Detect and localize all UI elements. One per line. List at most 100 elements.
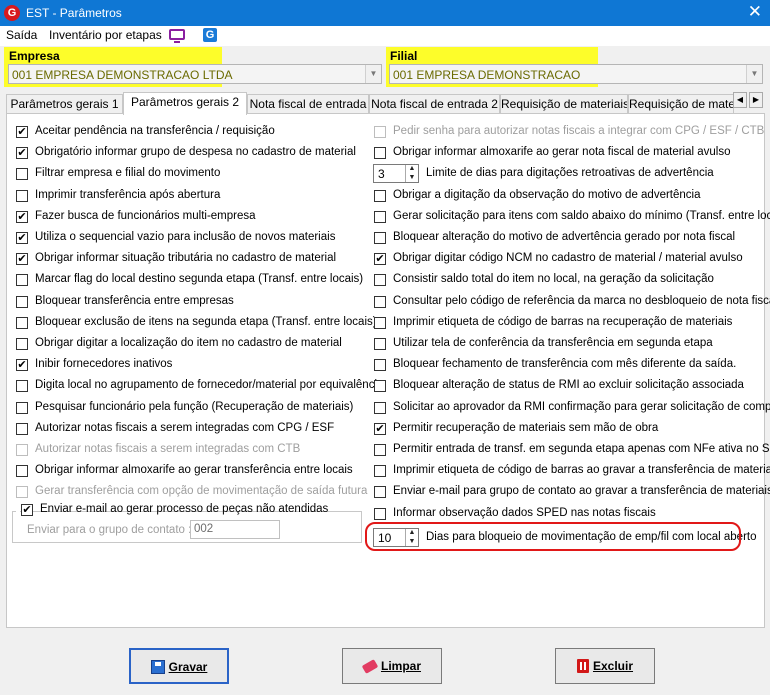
annotation-highlight bbox=[365, 522, 741, 551]
option-label: Permitir recuperação de materiais sem mã… bbox=[393, 421, 659, 434]
chevron-down-icon[interactable]: ▼ bbox=[746, 65, 762, 83]
menu-inventario[interactable]: Inventário por etapas bbox=[49, 28, 162, 42]
option-label: Solicitar ao aprovador da RMI confirmaçã… bbox=[393, 400, 770, 413]
checkbox[interactable] bbox=[374, 147, 386, 160]
checkbox[interactable] bbox=[374, 189, 386, 202]
checkbox[interactable] bbox=[16, 422, 28, 435]
g-logo-icon[interactable]: G bbox=[203, 28, 217, 42]
menu-saida[interactable]: Saída bbox=[6, 28, 37, 42]
option-label: Autorizar notas fiscais a serem integrad… bbox=[35, 443, 301, 455]
checkbox[interactable] bbox=[16, 274, 28, 287]
option-label: Imprimir etiqueta de código de barras na… bbox=[393, 315, 733, 328]
filial-value: 001 EMPRESA DEMONSTRACAO bbox=[393, 68, 581, 82]
contact-group-input[interactable]: 002 bbox=[190, 520, 280, 539]
option-label: Aceitar pendência na transferência / req… bbox=[35, 125, 275, 137]
tab-parametros-gerais-1[interactable]: Parâmetros gerais 1 bbox=[6, 94, 123, 114]
option-label: Bloquear exclusão de itens na segunda et… bbox=[35, 315, 377, 328]
option-label: Obrigar digitar a localização do item no… bbox=[35, 337, 342, 349]
option-label: Bloquear alteração de status de RMI ao e… bbox=[393, 379, 744, 392]
title-bar: G EST - Parâmetros ✕ bbox=[0, 0, 770, 26]
checkbox[interactable] bbox=[374, 232, 386, 244]
delete-button[interactable]: Excluir bbox=[555, 648, 655, 684]
spin-value: 3 bbox=[378, 167, 385, 182]
option-label: Consistir saldo total do item no local, … bbox=[393, 273, 714, 286]
tab-nota-fiscal-entrada[interactable]: Nota fiscal de entrada bbox=[247, 94, 369, 114]
email-group-toggle[interactable]: ✔ Enviar e-mail ao gerar processo de peç… bbox=[16, 502, 328, 518]
option-label: Pedir senha para autorizar notas fiscais… bbox=[393, 125, 765, 137]
monitor-icon[interactable] bbox=[169, 29, 185, 43]
checkbox[interactable] bbox=[16, 465, 28, 478]
empresa-combo[interactable]: 001 EMPRESA DEMONSTRACAO LTDA ▼ bbox=[8, 64, 382, 84]
tab-nota-fiscal-entrada-2[interactable]: Nota fiscal de entrada 2 bbox=[369, 94, 500, 114]
checkbox bbox=[16, 486, 28, 499]
checkbox[interactable] bbox=[16, 338, 28, 350]
contact-group-label: Enviar para o grupo de contato : bbox=[27, 524, 192, 536]
option-label: Utilizar tela de conferência da transfer… bbox=[393, 337, 713, 349]
tab-parametros-gerais-2[interactable]: Parâmetros gerais 2 bbox=[123, 92, 247, 115]
eraser-icon bbox=[361, 659, 379, 675]
checkbox[interactable]: ✔ bbox=[16, 210, 28, 223]
close-icon[interactable]: ✕ bbox=[748, 2, 762, 22]
checkbox[interactable] bbox=[16, 295, 28, 308]
option-label: Gerar solicitação para itens com saldo a… bbox=[393, 209, 770, 222]
option-label: Obrigar informar situação tributária no … bbox=[35, 252, 337, 265]
spin-buttons: ▲ ▼ bbox=[405, 165, 418, 183]
checkbox[interactable] bbox=[374, 295, 386, 308]
tab-requisicao-materiais-2[interactable]: Requisição de materi bbox=[628, 94, 734, 114]
email-group-label: Enviar e-mail ao gerar processo de peças… bbox=[40, 503, 329, 515]
option-label: Utiliza o sequencial vazio para inclusão… bbox=[35, 231, 336, 243]
tab-requisicao-materiais[interactable]: Requisição de materiais bbox=[500, 94, 628, 114]
clear-button[interactable]: Limpar bbox=[342, 648, 442, 684]
option-label: Obrigar a digitação da observação do mot… bbox=[393, 188, 701, 201]
checkbox[interactable] bbox=[374, 465, 386, 478]
checkbox[interactable]: ✔ bbox=[374, 422, 386, 435]
tab-scroll-right-icon[interactable]: ▶ bbox=[749, 92, 763, 108]
arrow-up-icon[interactable]: ▲ bbox=[406, 165, 418, 173]
filial-combo[interactable]: 001 EMPRESA DEMONSTRACAO ▼ bbox=[389, 64, 763, 84]
arrow-down-icon[interactable]: ▼ bbox=[406, 174, 418, 182]
option-label: Filtrar empresa e filial do movimento bbox=[35, 167, 221, 180]
checkbox[interactable] bbox=[374, 401, 386, 414]
checkbox[interactable] bbox=[16, 401, 28, 414]
empresa-label: Empresa bbox=[9, 49, 60, 63]
checkbox[interactable] bbox=[374, 316, 386, 329]
checkbox bbox=[374, 126, 386, 138]
checkbox[interactable] bbox=[16, 168, 28, 181]
checkbox[interactable] bbox=[16, 316, 28, 329]
checkbox[interactable]: ✔ bbox=[16, 147, 28, 160]
spin-input[interactable]: 3 ▲ ▼ bbox=[373, 164, 419, 184]
checkbox[interactable] bbox=[16, 189, 28, 202]
checkbox[interactable]: ✔ bbox=[16, 126, 28, 138]
filial-label: Filial bbox=[390, 49, 418, 63]
checkbox[interactable] bbox=[374, 380, 386, 393]
option-label: Autorizar notas fiscais a serem integrad… bbox=[35, 421, 335, 434]
option-label: Imprimir etiqueta de código de barras ao… bbox=[393, 464, 770, 477]
option-label: Informar observação dados SPED nas notas… bbox=[393, 506, 656, 519]
checkbox[interactable] bbox=[374, 359, 386, 372]
option-label: Permitir entrada de transf. em segunda e… bbox=[393, 443, 770, 455]
spin-label: Limite de dias para digitações retroativ… bbox=[426, 167, 714, 180]
checkbox bbox=[16, 444, 28, 456]
checkbox[interactable] bbox=[374, 210, 386, 223]
option-label: Obrigar informar almoxarife ao gerar tra… bbox=[35, 464, 353, 477]
checkbox[interactable] bbox=[374, 338, 386, 350]
empresa-value: 001 EMPRESA DEMONSTRACAO LTDA bbox=[12, 68, 233, 82]
checkbox[interactable] bbox=[374, 486, 386, 499]
save-button[interactable]: Gravar bbox=[129, 648, 229, 684]
checkbox[interactable]: ✔ bbox=[16, 232, 28, 244]
checkbox[interactable]: ✔ bbox=[16, 253, 28, 266]
checkbox[interactable] bbox=[16, 380, 28, 393]
checkbox[interactable]: ✔ bbox=[16, 359, 28, 372]
option-label: Enviar e-mail para grupo de contato ao g… bbox=[393, 485, 770, 498]
tab-scroll-left-icon[interactable]: ◀ bbox=[733, 92, 747, 108]
chevron-down-icon[interactable]: ▼ bbox=[365, 65, 381, 83]
checkbox[interactable]: ✔ bbox=[374, 253, 386, 266]
checkbox[interactable] bbox=[374, 444, 386, 456]
floppy-disk-icon bbox=[150, 659, 165, 674]
checkbox[interactable]: ✔ bbox=[21, 504, 33, 516]
option-label: Digita local no agrupamento de fornecedo… bbox=[35, 379, 384, 392]
option-label: Obrigatório informar grupo de despesa no… bbox=[35, 146, 356, 159]
checkbox[interactable] bbox=[374, 274, 386, 287]
checkbox[interactable] bbox=[374, 507, 386, 520]
option-label: Bloquear transferência entre empresas bbox=[35, 294, 234, 307]
